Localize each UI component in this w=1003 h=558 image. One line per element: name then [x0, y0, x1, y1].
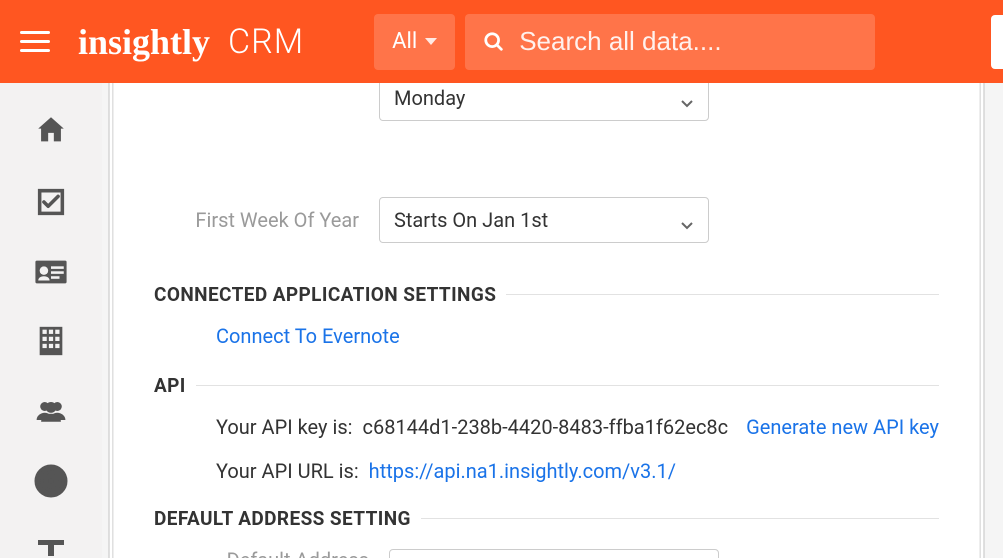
api-title: API [154, 374, 186, 397]
connect-evernote-link[interactable]: Connect To Evernote [216, 324, 400, 348]
caret-down-icon [425, 38, 437, 45]
search-box[interactable] [465, 14, 875, 70]
search-icon [483, 31, 505, 53]
settings-panel: Monday First Week Of Year Starts On Jan … [114, 83, 979, 558]
scope-dropdown-label: All [392, 29, 417, 54]
generate-api-key-link[interactable]: Generate new API key [746, 415, 939, 439]
chevron-down-icon [680, 91, 694, 105]
default-address-title: DEFAULT ADDRESS SETTING [154, 507, 411, 530]
default-address-row: Default Address Country United States [154, 548, 939, 558]
leads-icon[interactable] [33, 396, 69, 425]
menu-icon[interactable] [20, 27, 50, 57]
first-day-select-value: Monday [394, 86, 465, 110]
product-name: CRM [228, 22, 304, 62]
first-week-select[interactable]: Starts On Jan 1st [379, 197, 709, 243]
divider [421, 518, 939, 519]
search-input[interactable] [519, 26, 857, 57]
connected-apps-header: CONNECTED APPLICATION SETTINGS [154, 283, 939, 306]
default-address-select[interactable]: United States [389, 549, 719, 558]
panel-edge-right [979, 83, 985, 558]
api-url-row: Your API URL is: https://api.na1.insight… [216, 459, 939, 483]
first-week-select-value: Starts On Jan 1st [394, 208, 548, 232]
default-address-header: DEFAULT ADDRESS SETTING [154, 507, 939, 530]
api-key-row: Your API key is: c68144d1-238b-4420-8483… [216, 415, 939, 439]
first-week-label: First Week Of Year [154, 208, 379, 232]
api-url-link[interactable]: https://api.na1.insightly.com/v3.1/ [369, 459, 676, 483]
brand[interactable]: insightly CRM [78, 21, 304, 63]
chevron-down-icon [680, 213, 694, 227]
api-key-value: c68144d1-238b-4420-8483-ffba1f62ec8c [362, 415, 728, 439]
organizations-icon[interactable] [33, 324, 69, 358]
hammer-icon[interactable] [33, 529, 69, 558]
home-icon[interactable] [33, 113, 69, 147]
app-header: insightly CRM All [0, 0, 1003, 83]
connect-evernote-row: Connect To Evernote [216, 324, 939, 348]
target-icon[interactable] [33, 463, 69, 499]
contacts-icon[interactable] [33, 257, 69, 286]
first-day-select[interactable]: Monday [379, 83, 709, 121]
scope-dropdown[interactable]: All [374, 14, 455, 70]
api-header: API [154, 374, 939, 397]
brand-name: insightly [78, 21, 210, 63]
api-url-label: Your API URL is: [216, 459, 359, 483]
main-area: Monday First Week Of Year Starts On Jan … [102, 83, 1003, 558]
divider [506, 294, 939, 295]
body: Monday First Week Of Year Starts On Jan … [0, 83, 1003, 558]
tasks-icon[interactable] [33, 185, 69, 219]
header-right-stub [991, 15, 1003, 69]
left-sidebar [0, 83, 102, 558]
divider [196, 385, 939, 386]
connected-apps-title: CONNECTED APPLICATION SETTINGS [154, 283, 496, 306]
first-day-row: Monday [154, 83, 939, 121]
default-address-label: Default Address Country [154, 548, 389, 558]
first-week-row: First Week Of Year Starts On Jan 1st [154, 197, 939, 243]
api-key-label: Your API key is: [216, 415, 352, 439]
